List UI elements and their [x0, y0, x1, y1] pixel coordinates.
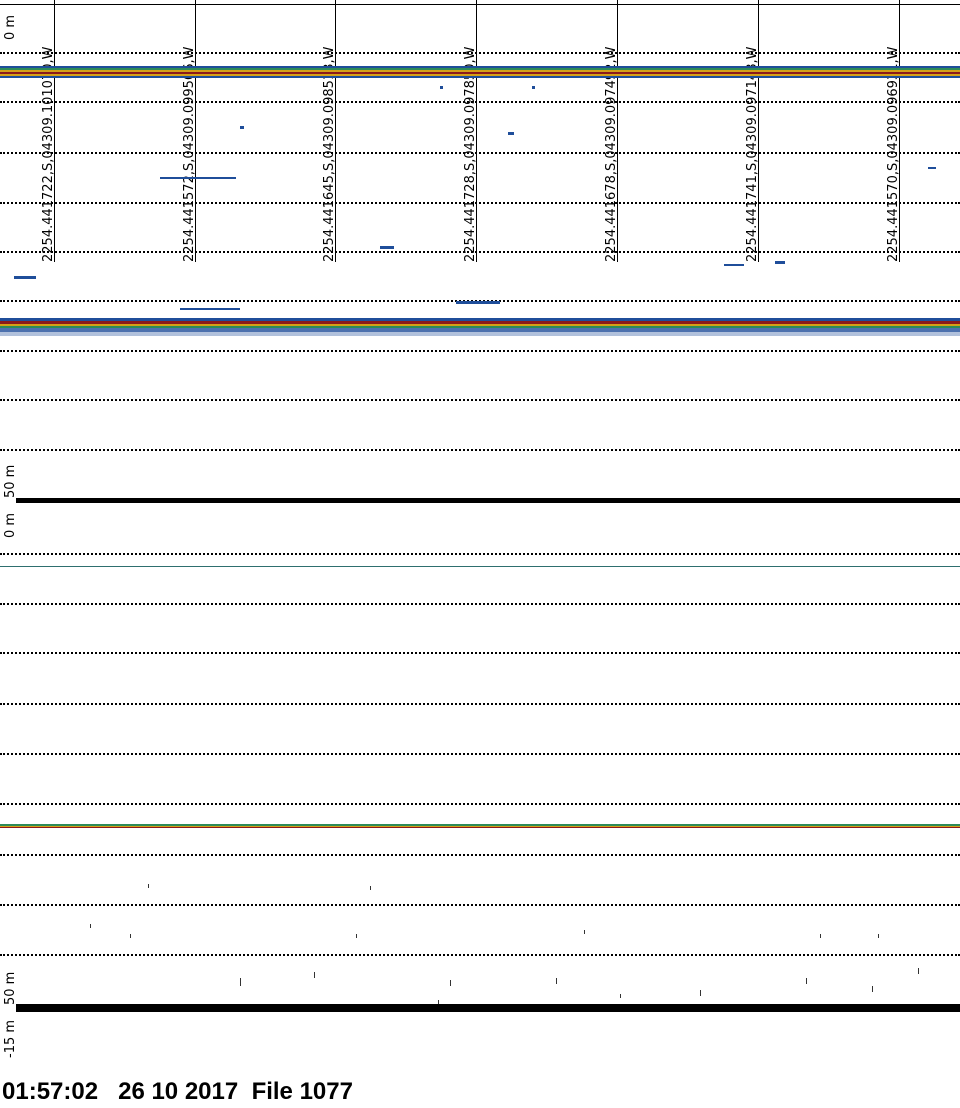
seabed-echo-lower	[0, 824, 960, 828]
footer-file: File 1077	[251, 1078, 353, 1105]
status-footer: 01:57:02 26 10 2017 File 1077	[2, 1078, 353, 1106]
echogram-returns	[0, 66, 960, 1004]
scatter-echoes-lower	[90, 884, 919, 1004]
footer-time: 01:57:02	[2, 1078, 99, 1105]
footer-date: 26 10 2017	[118, 1078, 239, 1105]
seabed-echo-upper	[0, 318, 960, 336]
surface-line-lower	[0, 566, 960, 567]
surface-band-upper	[0, 66, 960, 78]
scatter-echoes-upper	[14, 86, 936, 310]
